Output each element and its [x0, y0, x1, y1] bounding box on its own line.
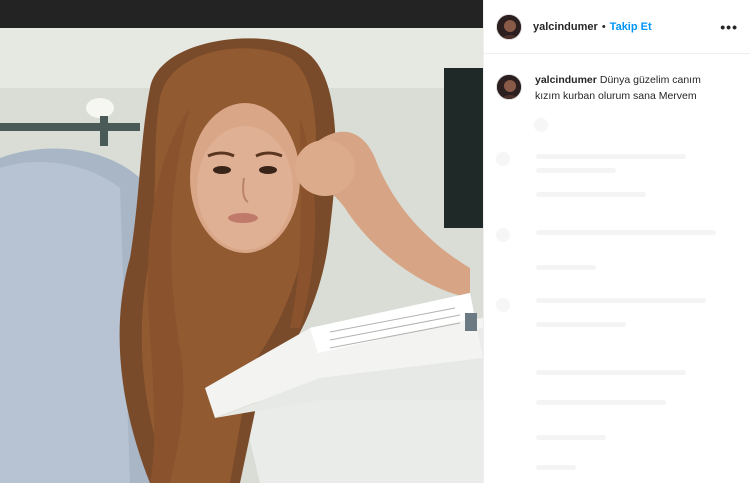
ghost-dot [496, 298, 510, 312]
ghost-line [536, 168, 616, 173]
ghost-dot [496, 228, 510, 242]
avatar[interactable] [496, 13, 522, 40]
ghost-line [536, 400, 666, 405]
post-header: yalcindumer • Takip Et ••• [484, 0, 750, 54]
ghost-line [536, 230, 716, 235]
username[interactable]: yalcindumer [533, 21, 598, 33]
ghost-dot [496, 152, 510, 166]
caption: yalcindumer Dünya güzelim canım kızım kur… [484, 54, 750, 104]
caption-username[interactable]: yalcindumer [535, 74, 597, 86]
ghost-line [536, 154, 686, 159]
caption-avatar[interactable] [496, 74, 522, 100]
ghost-line [536, 435, 606, 440]
post-photo [0, 28, 483, 483]
separator-dot: • [601, 20, 606, 33]
image-top-bar [0, 0, 483, 28]
ghost-line [536, 298, 706, 303]
caption-text: yalcindumer Dünya güzelim canım kızım kur… [535, 72, 725, 104]
ghost-line [536, 370, 686, 375]
ghost-line [536, 265, 596, 270]
post-image-panel[interactable] [0, 0, 483, 483]
follow-button[interactable]: Takip Et [610, 21, 652, 33]
ghost-line [536, 465, 576, 470]
blurred-comments [484, 110, 750, 483]
ghost-dot [534, 118, 548, 132]
ghost-line [536, 322, 626, 327]
more-options-icon[interactable]: ••• [720, 19, 738, 35]
ghost-line [536, 192, 646, 197]
post-sidebar: yalcindumer • Takip Et ••• yalcindumer Dü… [483, 0, 750, 483]
